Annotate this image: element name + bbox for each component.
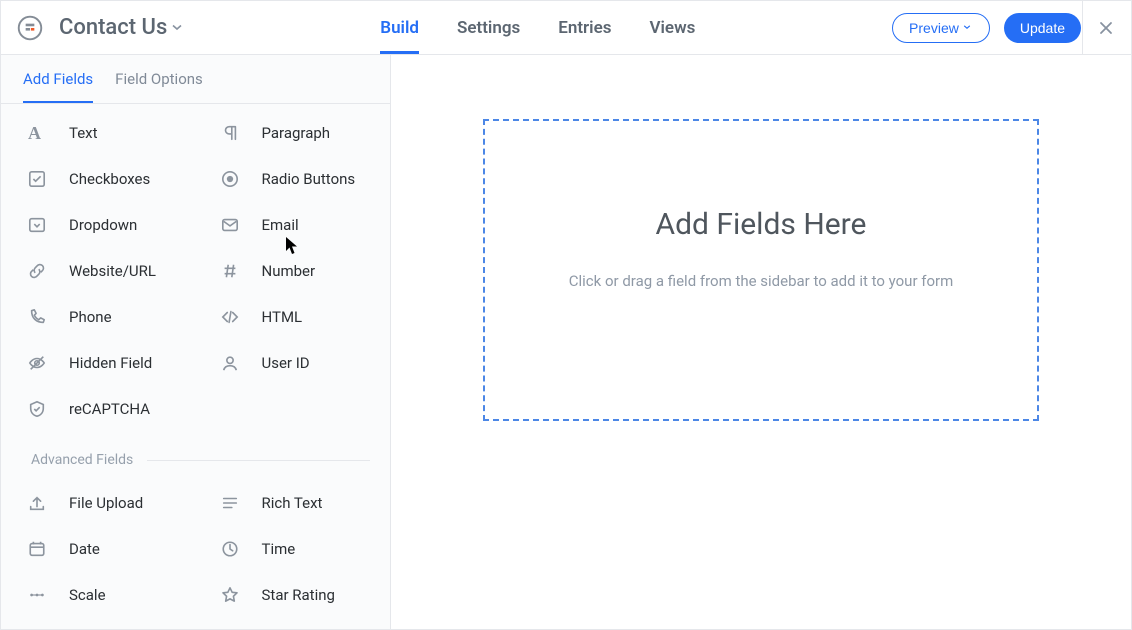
calendar-icon	[23, 535, 51, 563]
tab-entries[interactable]: Entries	[558, 1, 611, 54]
field-label: Checkboxes	[69, 170, 150, 188]
number-icon	[216, 257, 244, 285]
field-label: Email	[262, 216, 299, 234]
field-label: User ID	[262, 354, 310, 372]
dropzone-title: Add Fields Here	[656, 207, 867, 242]
field-html[interactable]: HTML	[196, 294, 389, 340]
checkbox-icon	[23, 165, 51, 193]
divider	[147, 460, 370, 461]
dropzone-subtitle: Click or drag a field from the sidebar t…	[569, 272, 954, 290]
field-sidebar: Add Fields Field Options A Text Paragrap…	[1, 55, 391, 629]
field-email[interactable]: Email	[196, 202, 389, 248]
radio-icon	[216, 165, 244, 193]
form-title: Contact Us	[59, 15, 167, 40]
body: Add Fields Field Options A Text Paragrap…	[1, 55, 1131, 629]
field-label: Dropdown	[69, 216, 137, 234]
field-label: HTML	[262, 308, 303, 326]
dropdown-icon	[23, 211, 51, 239]
rich-text-icon	[216, 489, 244, 517]
field-user-id[interactable]: User ID	[196, 340, 389, 386]
section-header-label: Advanced Fields	[31, 452, 133, 468]
side-tab-field-options[interactable]: Field Options	[115, 55, 203, 103]
app-logo-icon	[15, 13, 45, 43]
star-icon	[216, 581, 244, 609]
update-button-label: Update	[1020, 20, 1065, 36]
field-time[interactable]: Time	[196, 526, 389, 572]
field-hidden[interactable]: Hidden Field	[3, 340, 196, 386]
form-title-dropdown[interactable]: Contact Us	[59, 15, 185, 40]
field-checkboxes[interactable]: Checkboxes	[3, 156, 196, 202]
advanced-fields-header: Advanced Fields	[1, 446, 390, 474]
field-label: Paragraph	[262, 124, 331, 142]
field-star-rating[interactable]: Star Rating	[196, 572, 389, 618]
shield-check-icon	[23, 395, 51, 423]
topbar-actions: Preview Update	[892, 13, 1117, 43]
field-label: Date	[69, 540, 100, 558]
field-dropdown[interactable]: Dropdown	[3, 202, 196, 248]
code-icon	[216, 303, 244, 331]
clock-icon	[216, 535, 244, 563]
field-label: Phone	[69, 308, 112, 326]
field-label: Scale	[69, 586, 106, 604]
chevron-down-icon	[963, 23, 973, 33]
field-recaptcha[interactable]: reCAPTCHA	[3, 386, 196, 432]
field-label: Number	[262, 262, 316, 280]
dropzone[interactable]: Add Fields Here Click or drag a field fr…	[483, 119, 1039, 421]
basic-fields-grid: A Text Paragraph Checkboxes	[1, 104, 390, 438]
upload-icon	[23, 489, 51, 517]
field-website-url[interactable]: Website/URL	[3, 248, 196, 294]
preview-button-label: Preview	[909, 20, 959, 36]
field-label: Radio Buttons	[262, 170, 356, 188]
field-label: Rich Text	[262, 494, 323, 512]
topbar: Contact Us Build Settings Entries Views …	[1, 1, 1131, 55]
nav-tabs: Build Settings Entries Views	[380, 1, 695, 54]
field-rich-text[interactable]: Rich Text	[196, 480, 389, 526]
field-phone[interactable]: Phone	[3, 294, 196, 340]
field-date[interactable]: Date	[3, 526, 196, 572]
field-number[interactable]: Number	[196, 248, 389, 294]
form-canvas: Add Fields Here Click or drag a field fr…	[391, 55, 1131, 629]
close-button[interactable]	[1095, 17, 1117, 39]
field-label: Star Rating	[262, 586, 335, 604]
topbar-divider	[1082, 1, 1083, 55]
svg-text:A: A	[28, 123, 41, 143]
side-tab-add-fields[interactable]: Add Fields	[23, 55, 93, 103]
field-text[interactable]: A Text	[3, 110, 196, 156]
eye-off-icon	[23, 349, 51, 377]
scale-icon	[23, 581, 51, 609]
field-label: Time	[262, 540, 296, 558]
field-file-upload[interactable]: File Upload	[3, 480, 196, 526]
paragraph-icon	[216, 119, 244, 147]
tab-settings[interactable]: Settings	[457, 1, 520, 54]
field-label: reCAPTCHA	[69, 400, 150, 418]
field-label: Hidden Field	[69, 354, 152, 372]
tab-views[interactable]: Views	[649, 1, 695, 54]
field-label: Text	[69, 124, 98, 142]
advanced-fields-grid: File Upload Rich Text Date Time	[1, 474, 390, 624]
sidebar-tabs: Add Fields Field Options	[1, 55, 390, 103]
text-icon: A	[23, 119, 51, 147]
update-button[interactable]: Update	[1004, 13, 1081, 43]
field-label: File Upload	[69, 494, 143, 512]
field-paragraph[interactable]: Paragraph	[196, 110, 389, 156]
email-icon	[216, 211, 244, 239]
field-scale[interactable]: Scale	[3, 572, 196, 618]
field-label: Website/URL	[69, 262, 156, 280]
user-icon	[216, 349, 244, 377]
link-icon	[23, 257, 51, 285]
tab-build[interactable]: Build	[380, 1, 419, 54]
field-radio-buttons[interactable]: Radio Buttons	[196, 156, 389, 202]
chevron-down-icon	[171, 21, 185, 35]
preview-button[interactable]: Preview	[892, 13, 990, 43]
phone-icon	[23, 303, 51, 331]
